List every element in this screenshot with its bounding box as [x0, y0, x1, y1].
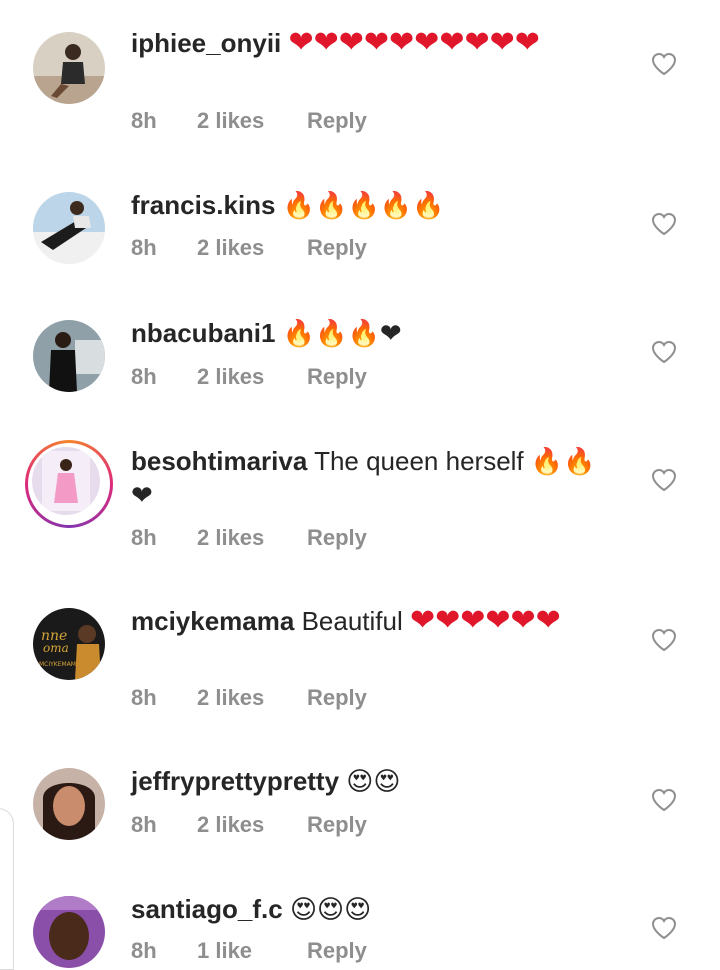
reply-button[interactable]: Reply: [307, 235, 367, 261]
username[interactable]: mciykemama: [131, 606, 294, 636]
heart-outline-icon[interactable]: [651, 52, 677, 76]
reply-button[interactable]: Reply: [307, 364, 367, 390]
reply-button[interactable]: Reply: [307, 108, 367, 134]
user-avatar-image: [33, 32, 105, 104]
timestamp: 8h: [131, 364, 157, 389]
username[interactable]: santiago_f.c: [131, 894, 283, 924]
emoji-heart-eyes: 😍😍😍: [289, 894, 372, 924]
likes-count[interactable]: 2 likes: [197, 108, 307, 134]
emoji-fire-heart: 🔥🔥🔥❤: [282, 318, 402, 348]
reply-button[interactable]: Reply: [307, 525, 367, 551]
svg-text:oma: oma: [43, 641, 69, 655]
comment-text: besohtimariva The queen herself 🔥🔥❤: [131, 444, 611, 512]
comment-text: jeffryprettypretty 😍😍: [131, 764, 611, 798]
user-avatar-image: nne oma MCIYKEMAMA: [33, 608, 105, 680]
avatar: [32, 447, 100, 515]
avatar[interactable]: [33, 32, 105, 104]
username[interactable]: besohtimariva: [131, 446, 307, 476]
timestamp: 8h: [131, 938, 157, 963]
comment-meta: 8h 2 likes Reply: [131, 108, 367, 134]
emoji-fire: 🔥🔥🔥🔥🔥: [282, 190, 445, 220]
user-avatar-image: [33, 320, 105, 392]
comment-meta: 8h 2 likes Reply: [131, 364, 367, 390]
heart-outline-icon[interactable]: [651, 340, 677, 364]
comment-meta: 8h 2 likes Reply: [131, 685, 367, 711]
comment-text: santiago_f.c 😍😍😍: [131, 892, 611, 926]
reply-button[interactable]: Reply: [307, 812, 367, 838]
comment-text: nbacubani1 🔥🔥🔥❤: [131, 316, 611, 350]
user-avatar-image: [32, 447, 100, 515]
comment-meta: 8h 2 likes Reply: [131, 235, 367, 261]
comment-text: iphiee_onyii ❤❤❤❤❤❤❤❤❤❤: [131, 26, 611, 60]
likes-count[interactable]: 2 likes: [197, 685, 307, 711]
emoji-hearts: ❤❤❤❤❤❤❤❤❤❤: [288, 26, 540, 59]
heart-outline-icon[interactable]: [651, 916, 677, 940]
heart-outline-icon[interactable]: [651, 468, 677, 492]
timestamp: 8h: [131, 108, 157, 133]
username[interactable]: jeffryprettypretty: [131, 766, 339, 796]
likes-count[interactable]: 2 likes: [197, 364, 307, 390]
comment-body: Beautiful: [301, 606, 403, 636]
timestamp: 8h: [131, 685, 157, 710]
user-avatar-image: [33, 768, 105, 840]
user-avatar-image: [33, 896, 105, 968]
avatar[interactable]: nne oma MCIYKEMAMA: [33, 608, 105, 680]
heart-outline-icon[interactable]: [651, 628, 677, 652]
timestamp: 8h: [131, 525, 157, 550]
username[interactable]: iphiee_onyii: [131, 28, 281, 58]
username[interactable]: francis.kins: [131, 190, 276, 220]
likes-count[interactable]: 2 likes: [197, 525, 307, 551]
avatar[interactable]: [33, 192, 105, 264]
avatar-story-ring[interactable]: [25, 440, 113, 528]
likes-count[interactable]: 1 like: [197, 938, 307, 964]
reply-button[interactable]: Reply: [307, 938, 367, 964]
timestamp: 8h: [131, 812, 157, 837]
emoji-heart-eyes: 😍😍: [346, 766, 401, 796]
comment-meta: 8h 1 like Reply: [131, 938, 367, 964]
heart-outline-icon[interactable]: [651, 212, 677, 236]
likes-count[interactable]: 2 likes: [197, 235, 307, 261]
avatar[interactable]: [33, 896, 105, 968]
likes-count[interactable]: 2 likes: [197, 812, 307, 838]
comment-text: francis.kins 🔥🔥🔥🔥🔥: [131, 188, 611, 222]
reply-button[interactable]: Reply: [307, 685, 367, 711]
timestamp: 8h: [131, 235, 157, 260]
user-avatar-image: [33, 192, 105, 264]
side-edge-panel: [0, 808, 14, 970]
emoji-hearts: ❤❤❤❤❤❤: [410, 604, 561, 637]
comment-meta: 8h 2 likes Reply: [131, 525, 367, 551]
username[interactable]: nbacubani1: [131, 318, 275, 348]
avatar[interactable]: [33, 320, 105, 392]
avatar[interactable]: [33, 768, 105, 840]
avatar-logo-text: MCIYKEMAMA: [39, 661, 81, 668]
comment-meta: 8h 2 likes Reply: [131, 812, 367, 838]
comment-body: The queen herself: [314, 446, 524, 476]
comment-text: mciykemama Beautiful ❤❤❤❤❤❤: [131, 604, 611, 638]
heart-outline-icon[interactable]: [651, 788, 677, 812]
